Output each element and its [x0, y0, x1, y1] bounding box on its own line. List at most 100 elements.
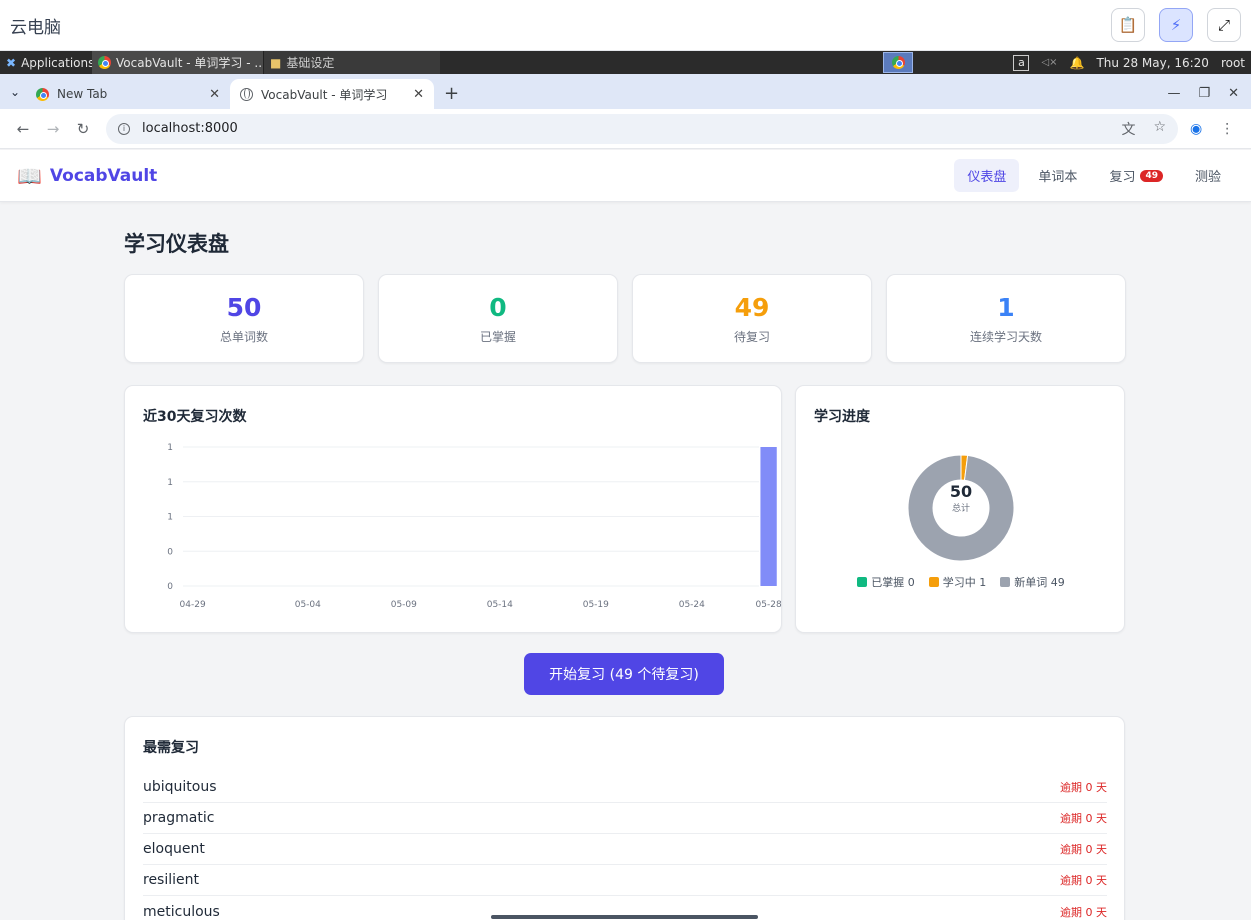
nav-dashboard[interactable]: 仪表盘 [954, 159, 1020, 192]
browser-tabstrip: ⌄ New Tab ✕ VocabVault - 单词学习 ✕ + — ❐ ✕ [0, 74, 1251, 109]
list-item[interactable]: pragmatic 逾期 0 天 [143, 803, 1107, 834]
legend-label: 学习中 1 [942, 576, 987, 589]
stat-total-words: 50 总单词数 [124, 274, 364, 363]
x-tick-label: 05-28 [756, 600, 782, 610]
y-tick-label: 1 [167, 443, 173, 453]
keyboard-layout-indicator[interactable]: a [1013, 54, 1030, 71]
legend-label: 新单词 49 [1014, 576, 1065, 589]
reload-icon[interactable]: ↻ [68, 120, 98, 138]
clipboard-icon[interactable]: 📋 [1111, 8, 1145, 42]
tab-new-tab[interactable]: New Tab ✕ [26, 79, 230, 109]
nav-links: 仪表盘 单词本 复习 49 测验 [954, 159, 1234, 192]
legend-item[interactable]: 新单词 49 [1000, 574, 1065, 590]
donut-total-value: 50 [949, 482, 973, 501]
new-tab-plus-icon[interactable]: + [434, 83, 469, 104]
review-word: ubiquitous [143, 779, 217, 795]
most-review-card: 最需复习 ubiquitous 逾期 0 天 pragmatic 逾期 0 天 … [124, 716, 1125, 920]
volume-muted-icon[interactable]: ◁× [1041, 57, 1057, 68]
remote-actions: 📋 ⚡ ⤢ [1111, 8, 1241, 42]
taskbar-chrome-launcher[interactable] [883, 52, 914, 73]
list-item[interactable]: eloquent 逾期 0 天 [143, 834, 1107, 865]
y-tick-label: 1 [167, 513, 173, 523]
list-item[interactable]: resilient 逾期 0 天 [143, 865, 1107, 896]
stat-label: 待复习 [733, 329, 770, 344]
clock[interactable]: Thu 28 May, 16:20 [1096, 56, 1208, 70]
review-count-badge: 49 [1140, 169, 1163, 182]
chrome-icon [98, 56, 111, 69]
profile-icon[interactable]: ◉ [1190, 121, 1202, 137]
review-word: pragmatic [143, 810, 215, 826]
legend-swatch [928, 577, 939, 587]
donut-legend: 已掌握 0 学习中 1 新单词 49 [796, 574, 1126, 590]
remote-desktop-header: 云电脑 📋 ⚡ ⤢ [0, 0, 1251, 51]
stat-label: 连续学习天数 [969, 329, 1042, 344]
donut-total-label: 总计 [951, 504, 970, 514]
y-tick-label: 1 [167, 478, 173, 488]
scroll-indicator[interactable] [491, 915, 758, 919]
stat-streak-days: 1 连续学习天数 [886, 274, 1126, 363]
most-review-title: 最需复习 [143, 740, 199, 756]
tab-search-chevron-icon[interactable]: ⌄ [4, 78, 26, 106]
xfce-icon: ✖ [6, 55, 17, 70]
nav-review[interactable]: 复习 49 [1096, 159, 1176, 192]
x-tick-label: 04-29 [180, 600, 206, 610]
translate-icon[interactable]: 文 [1121, 119, 1135, 139]
nav-wordbook[interactable]: 单词本 [1025, 159, 1090, 192]
chrome-icon [891, 56, 905, 69]
chrome-icon [36, 87, 49, 101]
taskbar-window-vocabvault[interactable]: VocabVault - 单词学习 - ... [92, 51, 264, 74]
url-text[interactable]: localhost:8000 [142, 121, 238, 136]
taskbar-window-settings[interactable]: ■ 基础设定 [264, 51, 440, 74]
folder-icon: ■ [270, 55, 282, 70]
start-review-button[interactable]: 开始复习 (49 个待复习) [524, 653, 724, 695]
x-tick-label: 05-24 [679, 600, 705, 610]
overdue-status: 逾期 0 天 [1060, 812, 1107, 825]
x-tick-label: 05-04 [295, 600, 321, 610]
globe-icon [240, 87, 253, 101]
remote-desktop-title: 云电脑 [10, 17, 61, 38]
restore-icon[interactable]: ❐ [1198, 86, 1210, 101]
browser-toolbar: ← → ↻ i localhost:8000 文 ☆ ◉ ⋮ [0, 109, 1251, 149]
bookmark-star-icon[interactable]: ☆ [1153, 119, 1166, 139]
applications-menu[interactable]: ✖ Applications [0, 51, 92, 74]
lightning-icon[interactable]: ⚡ [1159, 8, 1193, 42]
fullscreen-icon[interactable]: ⤢ [1207, 8, 1241, 42]
bell-icon[interactable]: 🔔 [1070, 56, 1085, 70]
forward-arrow-icon[interactable]: → [38, 120, 68, 138]
back-arrow-icon[interactable]: ← [8, 120, 38, 138]
window-controls: — ❐ ✕ [1167, 86, 1251, 101]
stat-value: 50 [226, 292, 262, 322]
stat-value: 0 [489, 292, 507, 322]
window-close-icon[interactable]: ✕ [1228, 86, 1239, 101]
review-word: eloquent [143, 841, 205, 857]
close-icon[interactable]: ✕ [209, 87, 220, 102]
list-item[interactable]: ubiquitous 逾期 0 天 [143, 772, 1107, 803]
stat-value: 49 [734, 292, 770, 322]
address-bar[interactable]: i localhost:8000 文 ☆ [106, 113, 1178, 144]
review-list: ubiquitous 逾期 0 天 pragmatic 逾期 0 天 eloqu… [143, 772, 1107, 920]
x-tick-label: 05-09 [391, 600, 417, 610]
user-name[interactable]: root [1221, 56, 1245, 70]
learning-progress-card: 学习进度 50 总计 已掌握 0 学习中 1 新单词 49 [795, 385, 1125, 633]
y-tick-label: 0 [167, 547, 173, 557]
legend-item[interactable]: 学习中 1 [928, 574, 987, 590]
more-menu-icon[interactable]: ⋮ [1220, 121, 1234, 137]
app-navbar: 📖 VocabVault 仪表盘 单词本 复习 49 测验 [0, 150, 1251, 202]
review-history-chart: 1 1 1 0 0 04-29 05-04 05-09 05-14 05-19 05-24 05-28 [167, 443, 782, 610]
legend-item[interactable]: 已掌握 0 [857, 574, 915, 590]
system-tray: a ◁× 🔔 Thu 28 May, 16:20 root [1013, 54, 1251, 71]
stat-label: 总单词数 [219, 329, 268, 344]
tab-vocabvault[interactable]: VocabVault - 单词学习 ✕ [230, 79, 434, 109]
brand-logo[interactable]: 📖 VocabVault [17, 164, 157, 188]
minimize-icon[interactable]: — [1167, 86, 1180, 101]
review-history-card: 近30天复习次数 1 1 1 0 0 04-29 05-04 05-09 05-14 05-19 0… [124, 385, 782, 633]
nav-quiz[interactable]: 测验 [1182, 159, 1234, 192]
overdue-status: 逾期 0 天 [1060, 843, 1107, 856]
close-icon[interactable]: ✕ [413, 87, 424, 102]
legend-label: 已掌握 0 [871, 576, 915, 589]
site-info-icon[interactable]: i [118, 122, 130, 135]
x-tick-label: 05-19 [583, 600, 609, 610]
stat-due-review: 49 待复习 [632, 274, 872, 363]
overdue-status: 逾期 0 天 [1060, 781, 1107, 794]
stats-row: 50 总单词数 0 已掌握 49 待复习 1 连续学习天数 [124, 274, 1126, 363]
